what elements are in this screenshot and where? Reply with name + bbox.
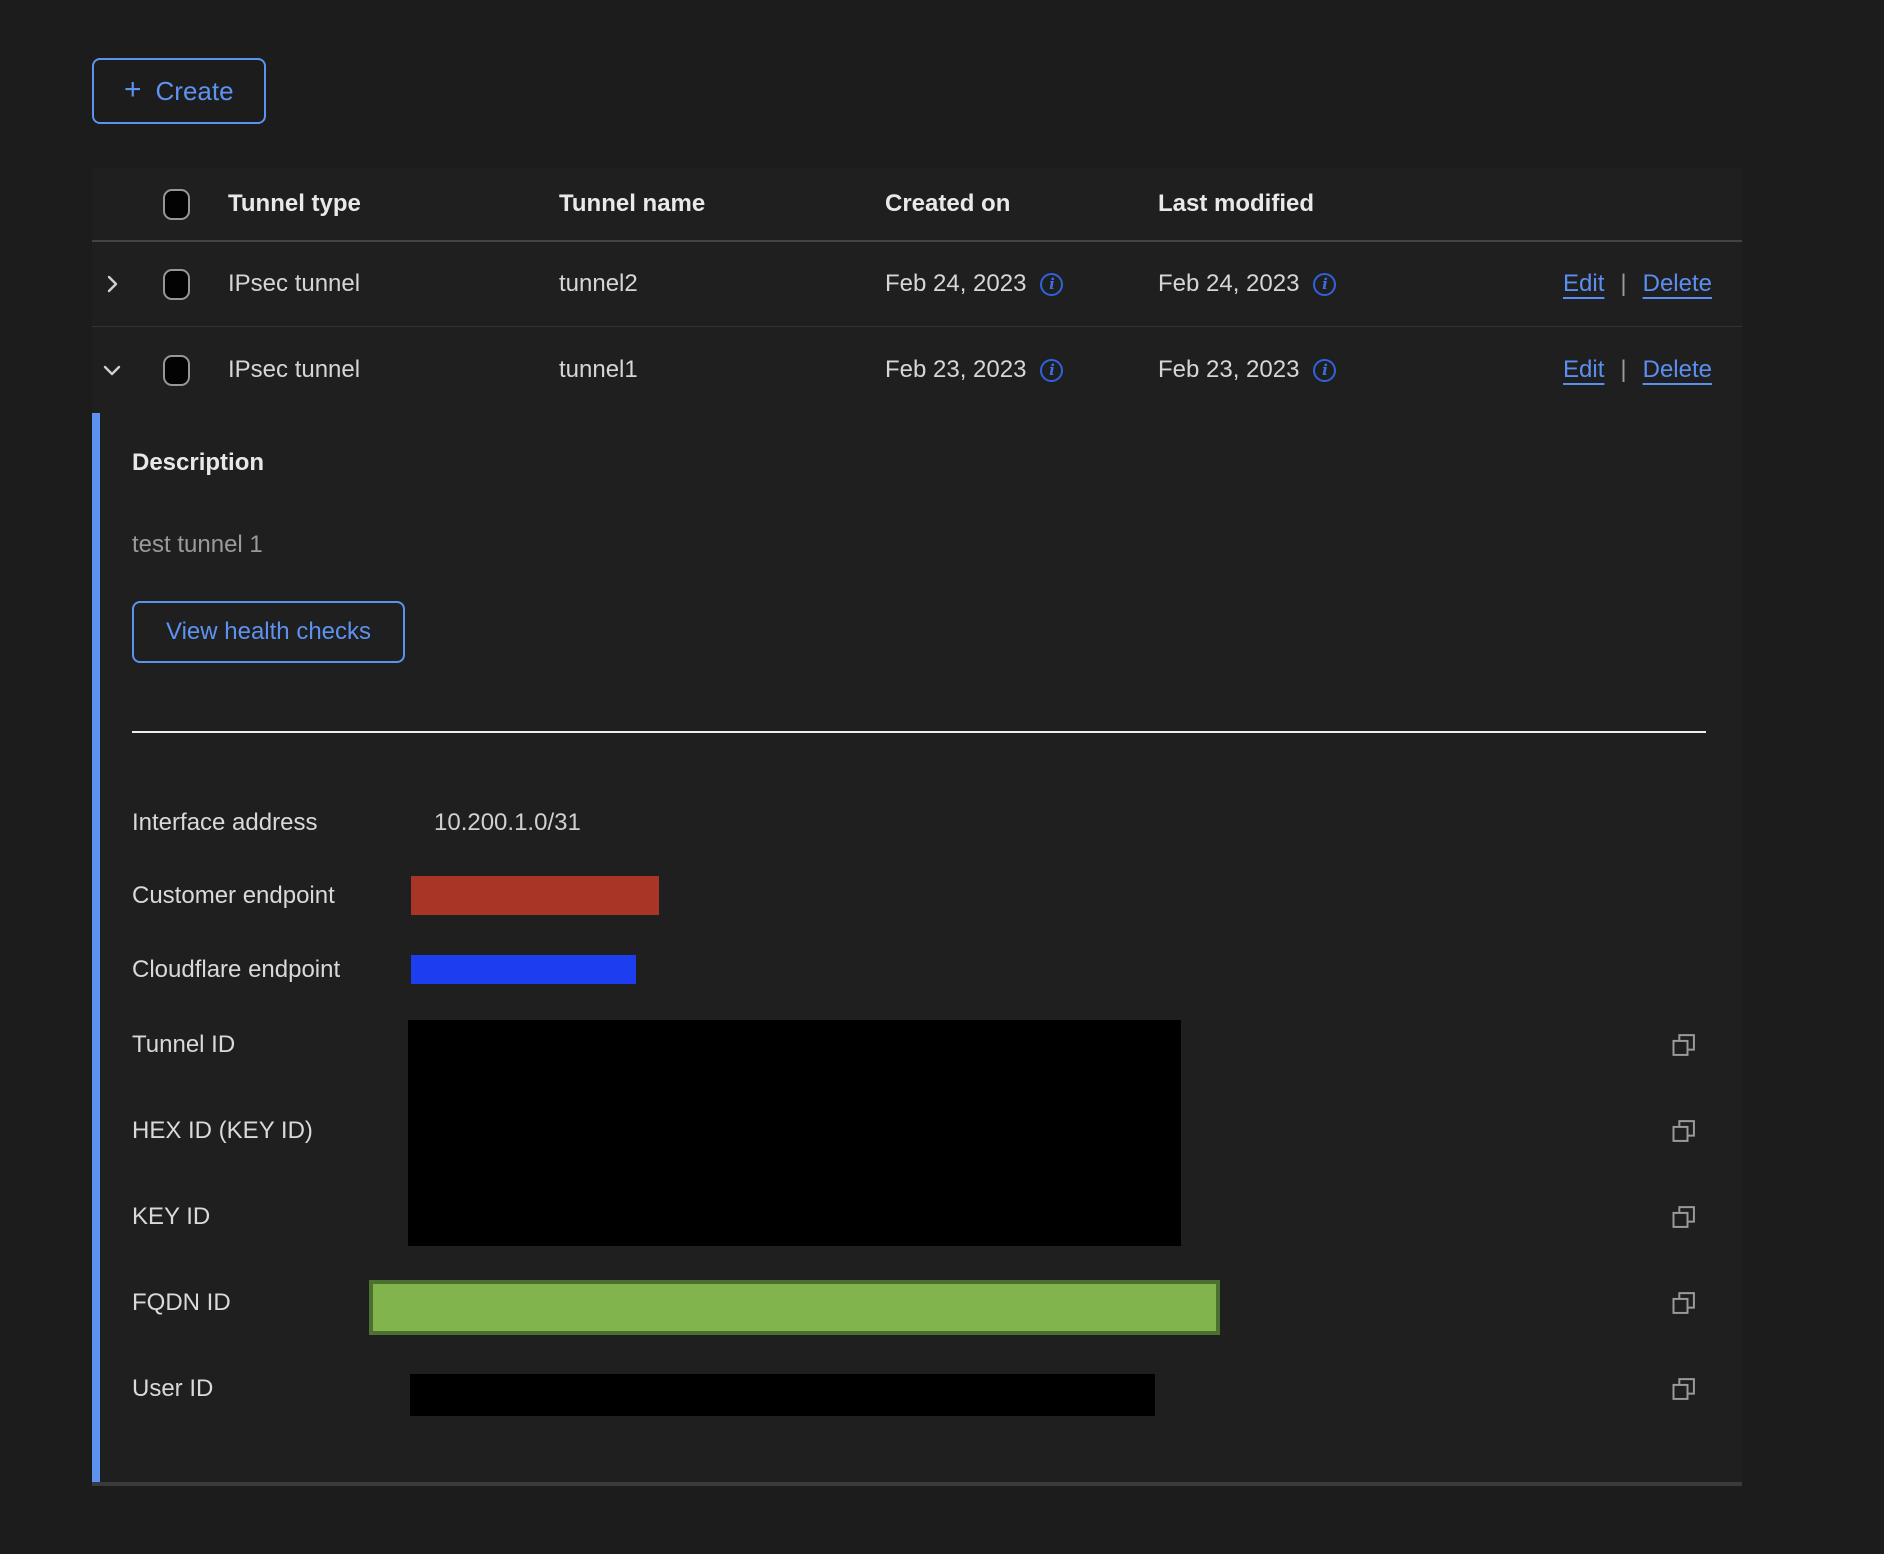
tunnel-detail-panel: Description test tunnel 1 View health ch… [92,413,1742,1482]
create-button-label: Create [156,76,234,107]
cloudflare-endpoint-redacted-value [411,955,636,984]
cloudflare-endpoint-label: Cloudflare endpoint [132,955,340,985]
info-icon[interactable]: i [1313,359,1336,382]
tunnel-name-cell: tunnel2 [537,270,863,298]
interface-address-label: Interface address [132,808,317,838]
copy-icon[interactable] [1670,1031,1698,1059]
user-id-redacted-value [410,1374,1155,1416]
customer-endpoint-label: Customer endpoint [132,881,335,911]
info-icon[interactable]: i [1040,359,1063,382]
fqdn-id-redacted-value [369,1280,1220,1335]
row-checkbox[interactable] [163,355,190,386]
copy-icon[interactable] [1670,1203,1698,1231]
create-button[interactable]: + Create [92,58,266,124]
last-modified-value: Feb 24, 2023 [1158,270,1299,298]
row-checkbox[interactable] [163,269,190,300]
created-on-value: Feb 24, 2023 [885,270,1026,298]
edit-link[interactable]: Edit [1563,270,1604,298]
action-separator: | [1620,356,1626,384]
created-on-value: Feb 23, 2023 [885,356,1026,384]
tunnel-type-cell: IPsec tunnel [206,356,537,384]
copy-icon[interactable] [1670,1289,1698,1317]
column-header-last-modified: Last modified [1136,190,1436,218]
tunnels-table: Tunnel type Tunnel name Created on Last … [92,168,1742,1486]
tunnel-id-label: Tunnel ID [132,1030,235,1060]
table-row: IPsec tunnel tunnel1 Feb 23, 2023 i Feb … [92,327,1742,413]
select-all-checkbox[interactable] [163,189,190,220]
action-separator: | [1620,270,1626,298]
chevron-down-icon[interactable] [100,358,124,382]
table-header-row: Tunnel type Tunnel name Created on Last … [92,168,1742,242]
plus-icon: + [124,75,142,105]
tunnel-type-cell: IPsec tunnel [206,270,537,298]
copy-icon[interactable] [1670,1375,1698,1403]
description-value: test tunnel 1 [132,531,263,559]
description-heading: Description [132,449,264,477]
fqdn-id-label: FQDN ID [132,1288,231,1318]
customer-endpoint-redacted-value [411,876,659,915]
edit-link[interactable]: Edit [1563,356,1604,384]
info-icon[interactable]: i [1313,273,1336,296]
interface-address-value: 10.200.1.0/31 [434,808,581,838]
panel-divider [132,731,1706,733]
info-icon[interactable]: i [1040,273,1063,296]
tunnel-name-cell: tunnel1 [537,356,863,384]
view-health-checks-button[interactable]: View health checks [132,601,405,663]
user-id-label: User ID [132,1374,213,1404]
chevron-right-icon[interactable] [100,272,124,296]
header-checkbox-cell [136,189,206,220]
column-header-tunnel-name: Tunnel name [537,190,863,218]
column-header-tunnel-type: Tunnel type [206,190,537,218]
copy-icon[interactable] [1670,1117,1698,1145]
tunnels-page: + Create Tunnel type Tunnel name Created… [0,0,1884,1554]
hex-id-label: HEX ID (KEY ID) [132,1116,313,1146]
last-modified-value: Feb 23, 2023 [1158,356,1299,384]
table-row: IPsec tunnel tunnel2 Feb 24, 2023 i Feb … [92,242,1742,327]
delete-link[interactable]: Delete [1643,356,1712,384]
delete-link[interactable]: Delete [1643,270,1712,298]
key-id-label: KEY ID [132,1202,210,1232]
table-bottom-divider [92,1482,1742,1486]
column-header-created-on: Created on [863,190,1136,218]
tunnel-ids-redacted-value [408,1020,1181,1246]
